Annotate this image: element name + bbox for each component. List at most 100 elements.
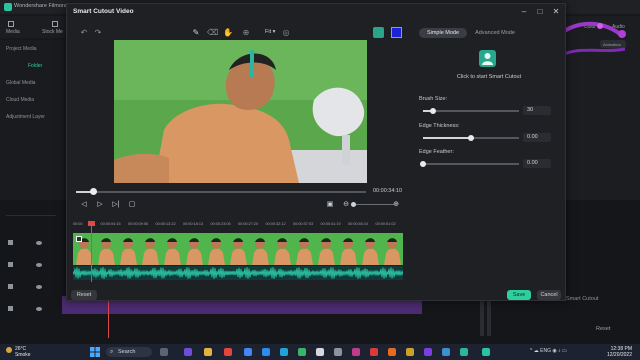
app-icon[interactable] [442,348,450,356]
video-thumbnail [293,233,315,265]
filmora-taskbar-icon[interactable] [482,348,490,356]
timeline-tick-label: 00:00:04:15 [100,222,121,226]
language-indicator[interactable]: ENG [540,348,551,354]
app-icon[interactable] [460,348,468,356]
smart-cutout-hint: Click to start Smart Cutout [456,74,522,80]
file-explorer-icon[interactable] [204,348,212,356]
teams-icon[interactable] [184,348,192,356]
fit-dropdown[interactable]: Fit ▾ [265,29,275,35]
track-headers [0,228,60,328]
dialog-title: Smart Cutout Video [73,8,134,15]
lock-icon[interactable] [8,240,13,245]
save-button[interactable]: Save [507,290,531,300]
app-icon[interactable] [388,348,396,356]
app-icon[interactable] [280,348,288,356]
playback-progress[interactable] [76,188,366,195]
timeline-tick-label: 00:00:23:05 [210,222,231,226]
redo-icon[interactable]: ↷ [93,28,103,38]
lock-icon[interactable] [8,262,13,267]
panel-reset-button[interactable]: Reset [596,326,610,332]
app-icon[interactable] [370,348,378,356]
app-icon[interactable] [316,348,324,356]
tab-media[interactable]: Media [6,29,20,35]
meter-bar [480,296,484,336]
zoom-icon[interactable]: ⊕ [241,28,251,38]
brush-size-slider[interactable] [423,108,519,114]
screenshot-icon[interactable]: ▣ [325,200,335,210]
maximize-icon[interactable]: □ [535,7,545,17]
weather-icon [6,347,12,353]
close-icon[interactable]: ✕ [551,7,561,17]
sidebar-item-cloud-media[interactable]: Cloud Media [6,97,34,103]
audio-waveform [73,267,403,279]
checkbox-icon[interactable] [76,236,82,242]
app-icon[interactable] [298,348,306,356]
undo-icon[interactable]: ↶ [79,28,89,38]
lock-icon[interactable] [8,284,13,289]
app-icon[interactable] [334,348,342,356]
minimize-icon[interactable]: – [519,7,529,17]
sidebar-item-project-media[interactable]: Project Media [6,46,37,52]
tab-advanced-mode[interactable]: Advanced Mode [469,28,521,38]
sidebar-item-adjustment-layer[interactable]: Adjustment Layer [6,114,45,120]
audio-meter [478,296,494,336]
timeline-ruler[interactable]: 00:00 00:00:04:15 00:00:09:06 00:00:13:22 00… [73,220,403,230]
zoom-out-icon[interactable]: ⊖ [341,200,351,210]
system-clock[interactable]: 12:38 PM 12/20/2022 [596,346,632,358]
app-icon[interactable] [424,348,432,356]
media-sidebar: Project Media Folder Global Media Cloud … [0,40,68,200]
timeline-tick-label: 00:00:13:22 [155,222,176,226]
reset-button[interactable]: Reset [71,290,97,300]
tab-simple-mode[interactable]: Simple Mode [419,28,467,38]
task-view-icon[interactable] [160,348,168,356]
track-header [6,304,56,314]
taskbar-search[interactable]: ⌕ Search [106,347,152,357]
smart-cutout-start-icon[interactable] [479,50,496,67]
brush-size-input[interactable]: 30 [523,106,551,115]
app-icon[interactable] [224,348,232,356]
edge-thickness-slider-knob[interactable] [468,135,474,141]
eye-icon[interactable] [36,307,42,311]
video-track-clip[interactable] [73,233,403,265]
color-swatch[interactable] [391,27,402,38]
eye-icon[interactable] [36,263,42,267]
edge-icon[interactable] [262,348,270,356]
eraser-icon[interactable]: ⌫ [207,28,218,38]
person-silhouette-icon [482,53,493,65]
edge-feather-input[interactable]: 0.00 [523,159,551,168]
person-icon[interactable] [373,27,384,38]
windows-start-icon[interactable] [90,347,100,357]
audio-waveform-track[interactable] [73,266,403,280]
chrome-icon[interactable] [244,348,252,356]
video-thumbnail [381,233,403,265]
app-icon[interactable] [352,348,360,356]
hand-icon[interactable]: ✋ [223,28,233,38]
play-icon[interactable]: ▷ [95,200,105,210]
timeline-playhead[interactable] [91,222,92,282]
stop-icon[interactable]: ▢ [127,200,137,210]
lock-icon[interactable] [8,306,13,311]
edge-feather-slider-knob[interactable] [420,161,426,167]
edge-feather-slider[interactable] [420,161,519,167]
compare-icon[interactable]: ◎ [281,28,291,38]
previous-frame-icon[interactable]: ◁ [79,200,89,210]
zoom-slider-knob[interactable] [351,202,356,207]
next-frame-icon[interactable]: ▷| [111,200,121,210]
tab-stock-media[interactable]: Stock Me [42,29,63,35]
edge-thickness-slider[interactable] [423,135,519,141]
cancel-button[interactable]: Cancel [537,290,561,300]
brush-size-slider-knob[interactable] [429,108,436,114]
edge-thickness-input[interactable]: 0.00 [523,133,551,142]
sidebar-item-global-media[interactable]: Global Media [6,80,35,86]
eye-icon[interactable] [36,285,42,289]
zoom-in-icon[interactable]: ⊕ [391,200,401,210]
eye-icon[interactable] [36,241,42,245]
zoom-slider[interactable] [354,204,394,205]
weather-widget[interactable]: 26°C Smoke [6,346,31,358]
sidebar-item-folder[interactable]: Folder [28,63,42,69]
video-preview[interactable] [114,40,367,183]
playback-progress-knob[interactable] [90,188,98,195]
brush-icon[interactable]: ✎ [191,28,201,38]
system-tray[interactable]: ^ ☁ ENG ◉ ♪ ▭ [530,348,567,354]
app-icon[interactable] [406,348,414,356]
